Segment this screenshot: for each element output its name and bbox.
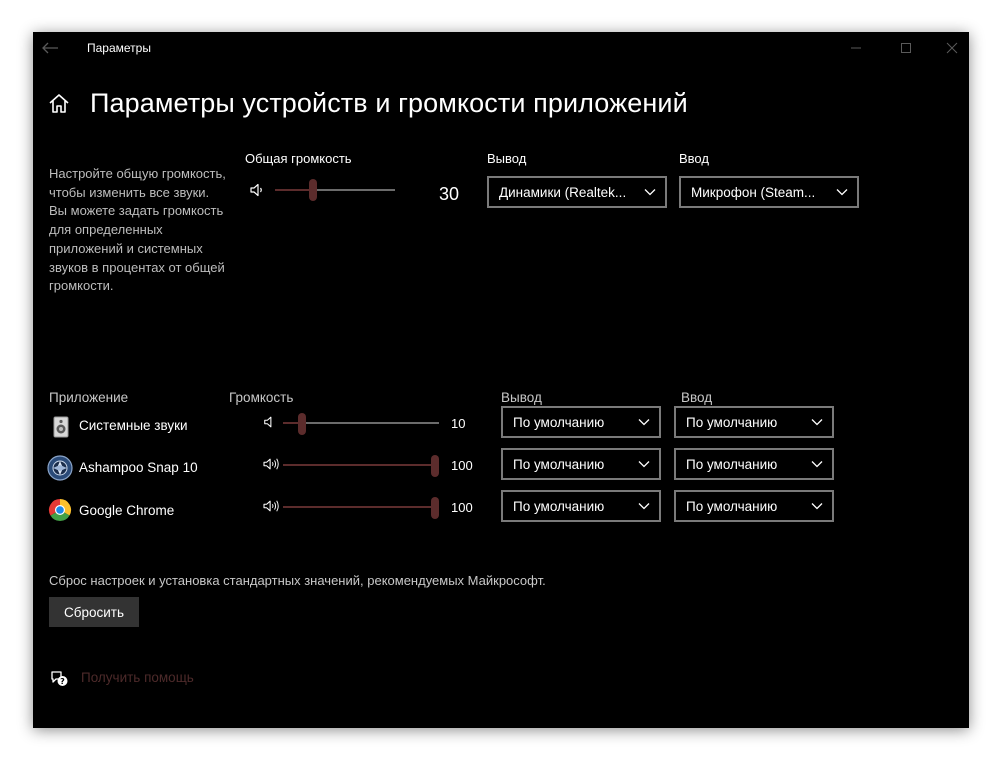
app-output-dropdown-system-sounds[interactable]: По умолчанию bbox=[501, 406, 661, 438]
app-volume-value-system-sounds: 10 bbox=[451, 416, 466, 431]
page-title: Параметры устройств и громкости приложен… bbox=[90, 88, 688, 118]
column-header-app: Приложение bbox=[49, 390, 129, 405]
chevron-down-icon bbox=[811, 419, 823, 426]
app-input-dropdown-ashampoo-snap[interactable]: По умолчанию bbox=[674, 448, 834, 480]
slider-fill bbox=[283, 464, 435, 466]
master-input-label: Ввод bbox=[679, 151, 709, 166]
master-output-dropdown[interactable]: Динамики (Realtek... bbox=[487, 176, 667, 208]
chevron-down-icon bbox=[638, 461, 650, 468]
master-description: Настройте общую громкость, чтобы изменит… bbox=[49, 166, 226, 294]
dropdown-value: По умолчанию bbox=[513, 456, 605, 472]
app-name-chrome: Google Chrome bbox=[79, 503, 175, 518]
app-input-dropdown-chrome[interactable]: По умолчанию bbox=[674, 490, 834, 522]
master-volume-label: Общая громкость bbox=[245, 151, 352, 166]
speaker-loud-icon[interactable] bbox=[261, 457, 281, 471]
app-output-dropdown-chrome[interactable]: По умолчанию bbox=[501, 490, 661, 522]
app-volume-slider-system-sounds[interactable] bbox=[283, 412, 439, 436]
svg-text:?: ? bbox=[60, 677, 65, 686]
master-output-label: Вывод bbox=[487, 151, 527, 166]
back-arrow-icon[interactable] bbox=[39, 38, 61, 58]
system-sounds-icon bbox=[49, 415, 73, 439]
master-output-value: Динамики (Realtek... bbox=[499, 184, 627, 200]
minimize-button[interactable] bbox=[833, 34, 879, 62]
speaker-loud-icon[interactable] bbox=[261, 499, 281, 513]
app-input-dropdown-system-sounds[interactable]: По умолчанию bbox=[674, 406, 834, 438]
dropdown-value: По умолчанию bbox=[513, 414, 605, 430]
column-header-input: Ввод bbox=[681, 390, 713, 405]
chevron-down-icon bbox=[811, 461, 823, 468]
chevron-down-icon bbox=[638, 419, 650, 426]
app-volume-slider-chrome[interactable] bbox=[283, 496, 439, 520]
master-input-dropdown[interactable]: Микрофон (Steam... bbox=[679, 176, 859, 208]
help-link[interactable]: Получить помощь bbox=[81, 670, 194, 685]
app-name-ashampoo-snap: Ashampoo Snap 10 bbox=[79, 460, 198, 475]
slider-thumb[interactable] bbox=[298, 413, 306, 435]
app-volume-value-ashampoo-snap: 100 bbox=[451, 458, 473, 473]
settings-window: Параметры Параметры устройств и громкост… bbox=[33, 32, 969, 728]
column-header-volume: Громкость bbox=[229, 390, 294, 405]
maximize-button[interactable] bbox=[883, 34, 929, 62]
home-icon[interactable] bbox=[47, 92, 71, 116]
slider-fill bbox=[283, 506, 435, 508]
dropdown-value: По умолчанию bbox=[686, 498, 778, 514]
maximize-icon bbox=[901, 43, 911, 53]
ashampoo-snap-icon bbox=[47, 455, 73, 481]
chevron-down-icon bbox=[836, 189, 848, 196]
master-volume-slider[interactable] bbox=[275, 178, 395, 202]
speaker-icon[interactable] bbox=[263, 415, 277, 429]
dropdown-value: По умолчанию bbox=[686, 414, 778, 430]
window-title: Параметры bbox=[87, 41, 151, 55]
column-header-output: Вывод bbox=[501, 390, 542, 405]
dropdown-value: По умолчанию bbox=[686, 456, 778, 472]
slider-thumb[interactable] bbox=[431, 497, 439, 519]
chevron-down-icon bbox=[638, 503, 650, 510]
help-chat-icon: ? bbox=[49, 668, 69, 688]
slider-thumb[interactable] bbox=[309, 179, 317, 201]
master-volume-value: 30 bbox=[439, 184, 460, 204]
app-volume-slider-ashampoo-snap[interactable] bbox=[283, 454, 439, 478]
app-name-system-sounds: Системные звуки bbox=[79, 418, 188, 433]
app-volume-value-chrome: 100 bbox=[451, 500, 473, 515]
reset-description: Сброс настроек и установка стандартных з… bbox=[49, 573, 546, 588]
minimize-icon bbox=[851, 47, 861, 49]
dropdown-value: По умолчанию bbox=[513, 498, 605, 514]
app-output-dropdown-ashampoo-snap[interactable]: По умолчанию bbox=[501, 448, 661, 480]
slider-fill bbox=[275, 189, 313, 191]
reset-button[interactable]: Сбросить bbox=[49, 597, 139, 627]
close-icon bbox=[946, 42, 958, 54]
speaker-icon[interactable] bbox=[249, 182, 265, 198]
chevron-down-icon bbox=[644, 189, 656, 196]
master-input-value: Микрофон (Steam... bbox=[691, 184, 816, 200]
slider-thumb[interactable] bbox=[431, 455, 439, 477]
chevron-down-icon bbox=[811, 503, 823, 510]
slider-track bbox=[283, 422, 439, 424]
close-button[interactable] bbox=[929, 34, 969, 62]
chrome-icon bbox=[48, 498, 72, 522]
